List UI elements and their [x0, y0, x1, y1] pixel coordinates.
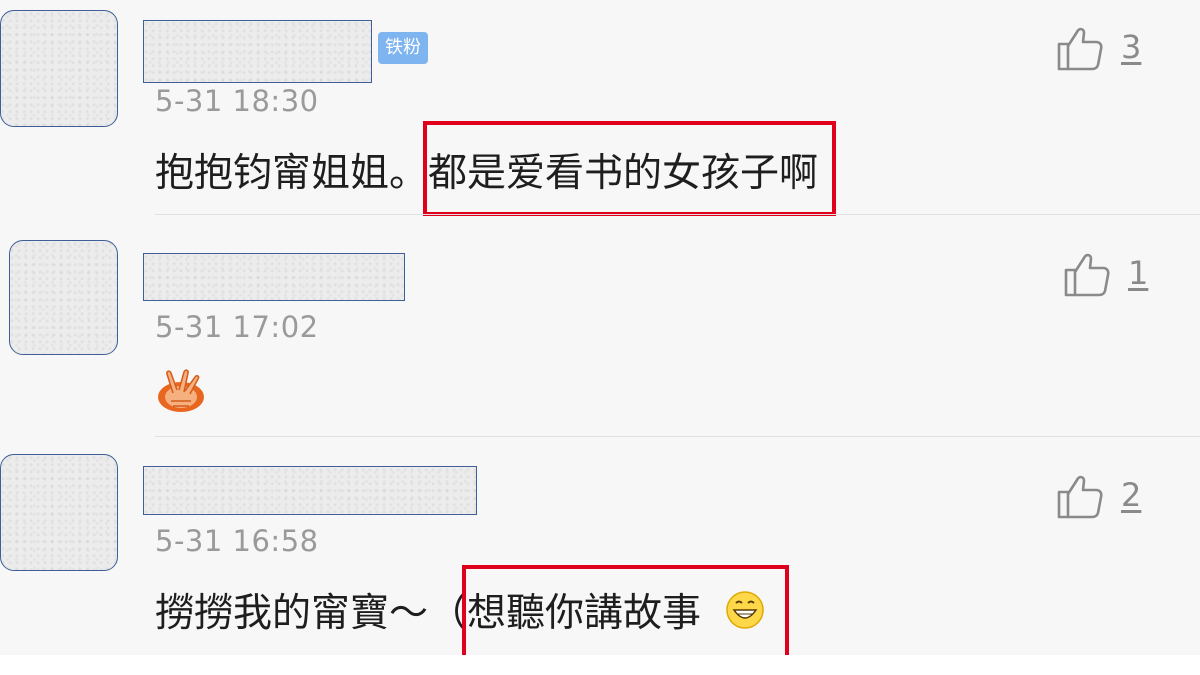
thumbs-up-icon: [1057, 475, 1103, 519]
comment-text: 撈撈我的甯寶～（ 想聽你講故事: [155, 565, 790, 659]
username-redacted[interactable]: [143, 253, 405, 301]
username-redacted[interactable]: [143, 20, 372, 83]
avatar[interactable]: [0, 10, 118, 127]
like-button[interactable]: 3: [1055, 22, 1141, 72]
comment-text: 抱抱钧甯姐姐。 都是爱看书的女孩子啊: [155, 121, 837, 216]
avatar[interactable]: [0, 454, 118, 571]
comment-time: 5-31 16:58: [155, 524, 319, 558]
comment-time: 5-31 17:02: [155, 310, 319, 344]
highlighted-text: 都是爱看书的女孩子啊: [423, 121, 837, 216]
comment-item: 5-31 17:02 1: [0, 215, 1200, 437]
username-redacted[interactable]: [143, 466, 477, 515]
like-button[interactable]: 2: [1055, 470, 1141, 520]
comment-text-plain: 抱抱钧甯姐姐。: [155, 151, 429, 196]
like-count: 1: [1128, 254, 1149, 292]
comment-text-plain: 撈撈我的甯寶～（: [155, 591, 468, 636]
highlight-box: [462, 565, 790, 659]
comment-time: 5-31 18:30: [155, 84, 319, 118]
thumbs-up-icon: [1057, 27, 1103, 71]
like-count: 2: [1121, 476, 1142, 514]
highlight-box: [423, 121, 837, 216]
comment-text: [155, 365, 207, 417]
highlighted-text: 想聽你講故事: [462, 565, 790, 659]
like-count: 3: [1121, 28, 1142, 66]
thumbs-up-icon: [1064, 253, 1110, 297]
peace-hands-emoji: [158, 369, 204, 412]
bottom-bar: [0, 655, 1200, 675]
like-button[interactable]: 1: [1062, 248, 1148, 298]
comment-item: 铁粉 5-31 18:30 抱抱钧甯姐姐。 都是爱看书的女孩子啊 3: [0, 0, 1200, 216]
avatar[interactable]: [9, 240, 118, 355]
comment-item: 5-31 16:58 撈撈我的甯寶～（ 想聽你講故事 2: [0, 437, 1200, 659]
fan-badge: 铁粉: [378, 32, 428, 64]
